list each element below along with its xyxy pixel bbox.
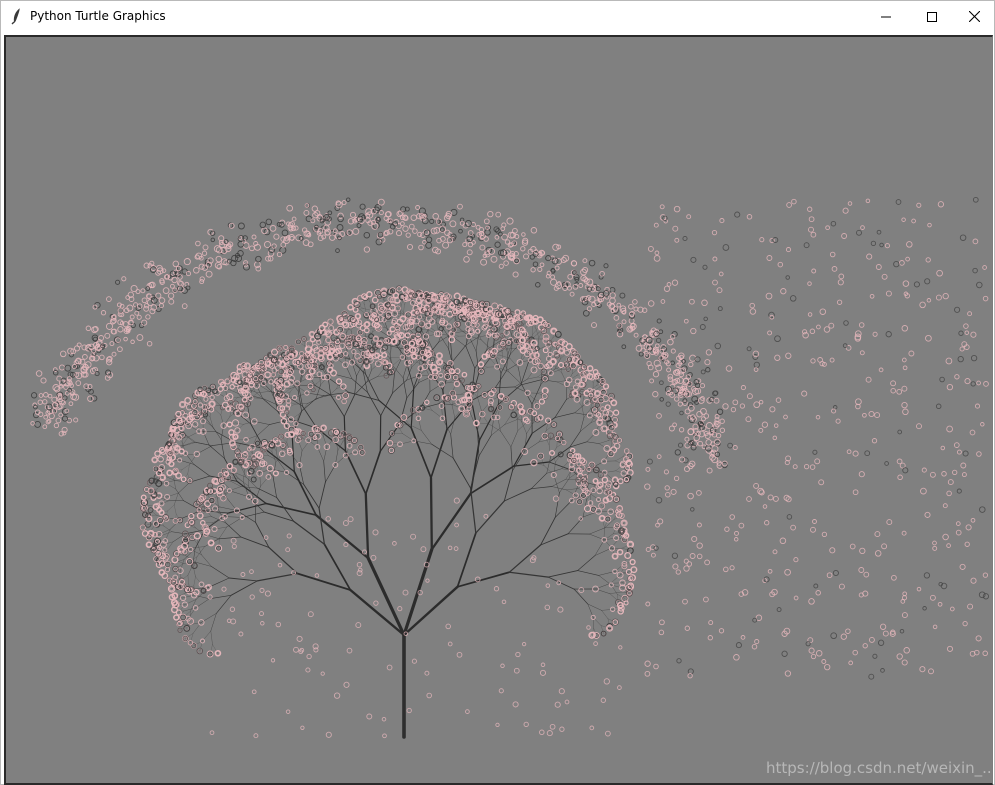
title-bar[interactable]: Python Turtle Graphics (1, 1, 994, 32)
cherry-blossom-tree-drawing (30, 196, 990, 739)
turtle-canvas[interactable]: https://blog.csdn.net/weixin_... (4, 35, 993, 785)
close-icon (969, 11, 980, 22)
close-button[interactable] (955, 1, 994, 32)
minimize-button[interactable] (863, 1, 909, 32)
watermark-text: https://blog.csdn.net/weixin_... (766, 759, 993, 777)
feather-icon (11, 7, 21, 25)
minimize-icon (881, 16, 891, 17)
maximize-button[interactable] (909, 1, 955, 32)
maximize-icon (927, 11, 937, 22)
turtle-window: Python Turtle Graphics https://blog.csdn… (0, 0, 995, 785)
blossom-petals (30, 196, 990, 739)
window-title: Python Turtle Graphics (30, 9, 166, 23)
